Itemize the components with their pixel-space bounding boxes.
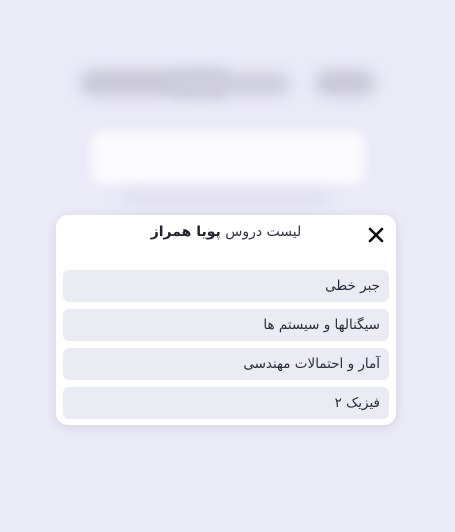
dialog-header: لیست دروس پویا همراز: [56, 215, 396, 255]
course-item-probability-statistics[interactable]: آمار و احتمالات مهندسی: [63, 348, 389, 380]
course-item-physics-2[interactable]: فیزیک ۲: [63, 387, 389, 419]
close-icon: [368, 227, 384, 243]
blurred-header-text: [315, 70, 375, 96]
blurred-strip: [120, 190, 330, 208]
course-list: جبر خطی سیگنالها و سیستم ها آمار و احتما…: [63, 270, 389, 426]
blurred-header-text: [170, 72, 290, 96]
dialog-title-prefix: لیست دروس: [225, 224, 302, 240]
close-button[interactable]: [366, 225, 386, 245]
course-list-dialog: لیست دروس پویا همراز جبر خطی سیگنالها و …: [56, 215, 396, 425]
dialog-title-name: پویا همراز: [150, 224, 221, 240]
course-item-signals-systems[interactable]: سیگنالها و سیستم ها: [63, 309, 389, 341]
blurred-card: [92, 132, 364, 184]
course-item-linear-algebra[interactable]: جبر خطی: [63, 270, 389, 302]
dialog-title: لیست دروس پویا همراز: [56, 224, 396, 240]
